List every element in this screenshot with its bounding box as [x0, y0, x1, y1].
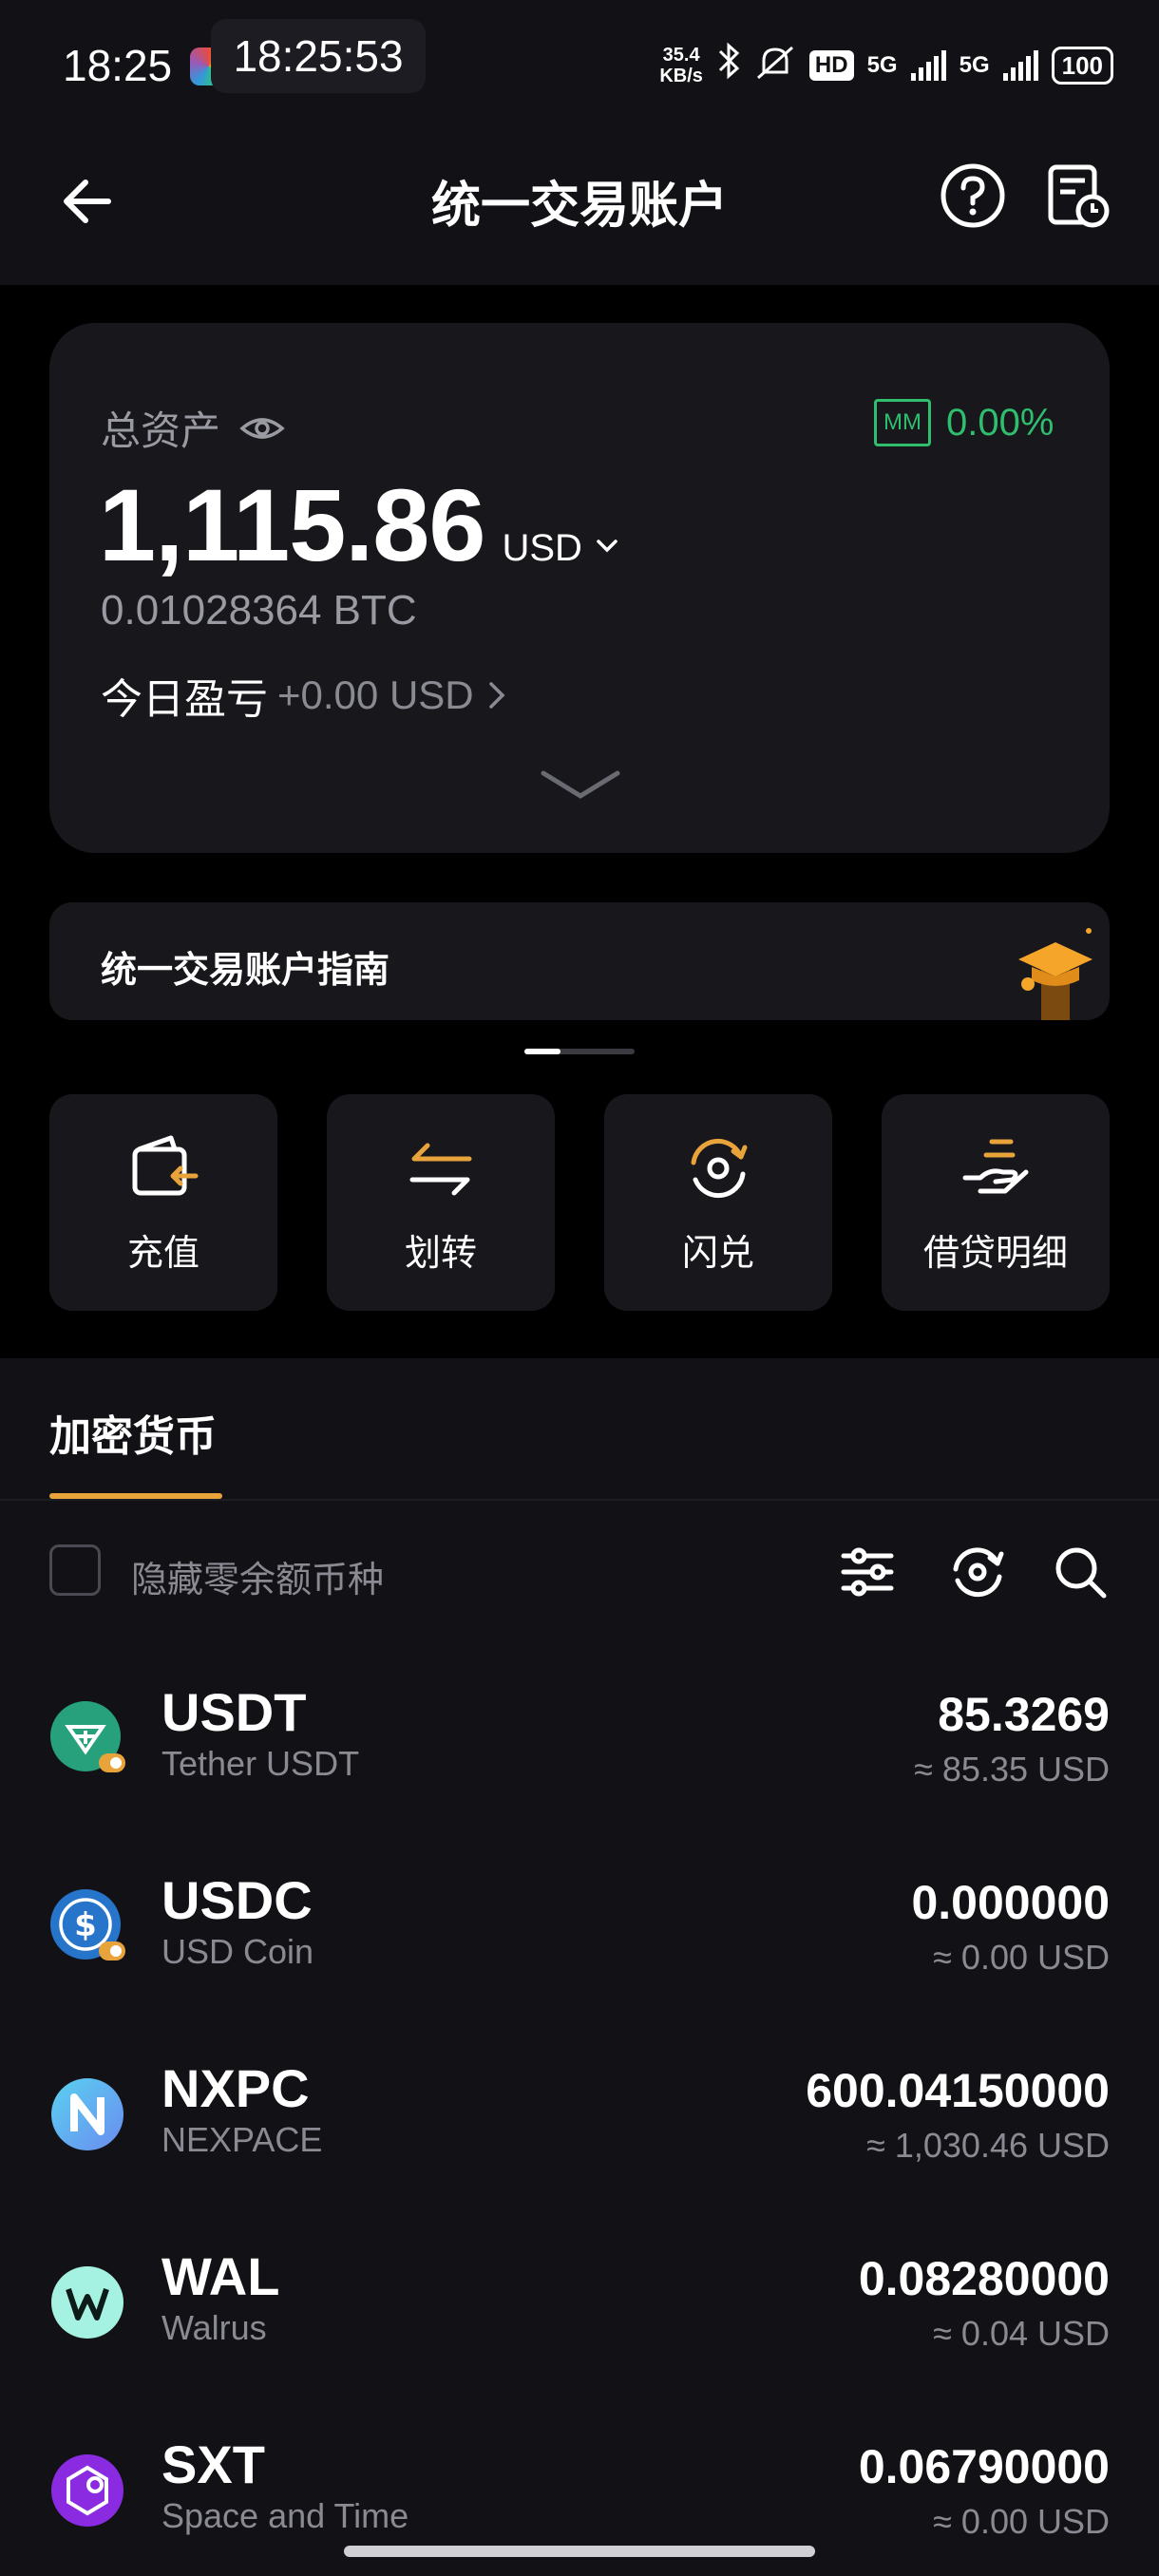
- mm-ratio[interactable]: MM 0.00%: [874, 399, 1054, 446]
- total-amount: 1,115.86: [99, 467, 485, 582]
- coin-name: Space and Time: [162, 2496, 409, 2535]
- convert-button[interactable]: 闪兑: [604, 1094, 832, 1311]
- coin-row-usdt[interactable]: USDT Tether USDT 85.3269 ≈ 85.35 USD: [49, 1681, 1110, 1814]
- coin-usd-value: ≈ 1,030.46 USD: [866, 2126, 1110, 2165]
- chevron-down-icon: [597, 540, 618, 553]
- total-assets-label-row: 总资产: [101, 399, 285, 457]
- home-indicator[interactable]: [344, 2546, 815, 2557]
- signal-label-2: 5G: [959, 51, 990, 78]
- filter-row: 隐藏零余额币种: [49, 1539, 1110, 1605]
- status-bar: 18:25 18:25:53 35.4 KB/s HD 5G 5G 100: [0, 0, 1159, 123]
- coin-row-wal[interactable]: WAL Walrus 0.08280000 ≈ 0.04 USD: [49, 2245, 1110, 2378]
- mm-percent: 0.00%: [946, 401, 1054, 444]
- mm-badge: MM: [874, 399, 931, 446]
- tab-crypto[interactable]: 加密货币: [49, 1402, 217, 1463]
- coin-usd-value: ≈ 0.00 USD: [933, 1938, 1110, 1977]
- divider: [0, 1499, 1159, 1501]
- signal-bars-icon: [910, 49, 946, 81]
- usdc-icon: $: [50, 1889, 125, 1960]
- search-icon[interactable]: [1051, 1543, 1110, 1601]
- hide-zero-label: 隐藏零余额币种: [131, 1561, 385, 1601]
- net-speed: 35.4 KB/s: [659, 45, 703, 86]
- filter-sliders-icon[interactable]: [838, 1543, 897, 1601]
- graduation-cap-icon: [1018, 928, 1092, 1020]
- signal-bars-icon: [1002, 49, 1038, 81]
- quick-actions: 充值 划转 闪兑 借贷明细: [49, 1094, 1110, 1311]
- coin-symbol: USDC: [162, 1870, 313, 1930]
- net-speed-value: 35.4: [662, 44, 700, 66]
- total-amount-row: 1,115.86 USD: [99, 465, 621, 584]
- coin-symbol: NXPC: [162, 2058, 310, 2118]
- coin-row-nxpc[interactable]: NXPC NEXPACE 600.04150000 ≈ 1,030.46 USD: [49, 2057, 1110, 2190]
- loan-icon: [962, 1139, 1029, 1193]
- mute-icon: [754, 44, 796, 86]
- coin-amount: 85.3269: [938, 1688, 1110, 1741]
- total-assets-card: 总资产 MM 0.00% 1,115.86 USD 0.01028364 BTC…: [49, 323, 1110, 853]
- banner-pager: [524, 1049, 635, 1054]
- coin-usd-value: ≈ 85.35 USD: [914, 1750, 1110, 1789]
- btc-equivalent: 0.01028364 BTC: [101, 587, 417, 634]
- deposit-button[interactable]: 充值: [49, 1094, 277, 1311]
- bluetooth-icon: [716, 42, 741, 88]
- history-record-icon[interactable]: [1043, 161, 1112, 230]
- coin-name: Walrus: [162, 2308, 267, 2347]
- coin-amount: 0.06790000: [858, 2440, 1110, 2493]
- status-indicators: 35.4 KB/s HD 5G 5G 100: [659, 42, 1113, 88]
- guide-banner-text: 统一交易账户指南: [101, 951, 390, 991]
- net-speed-unit: KB/s: [659, 65, 703, 86]
- today-pnl-value: +0.00 USD: [277, 672, 474, 717]
- coin-name: USD Coin: [162, 1932, 314, 1971]
- nav-bar: 统一交易账户: [0, 123, 1159, 285]
- eye-icon[interactable]: [239, 406, 285, 451]
- loan-details-label: 借贷明细: [922, 1233, 1068, 1274]
- holdings-sheet: 加密货币 隐藏零余额币种 USDT Tether USDT 85.3269 ≈ …: [0, 1358, 1159, 2576]
- svg-text:$: $: [74, 1906, 97, 1944]
- signal-label-1: 5G: [866, 51, 898, 78]
- hide-zero-checkbox[interactable]: [49, 1544, 101, 1596]
- help-icon[interactable]: [939, 161, 1007, 230]
- coin-usd-value: ≈ 0.00 USD: [933, 2502, 1110, 2541]
- coin-row-sxt[interactable]: SXT Space and Time 0.06790000 ≈ 0.00 USD: [49, 2434, 1110, 2548]
- small-convert-icon[interactable]: [948, 1543, 1007, 1601]
- loan-details-button[interactable]: 借贷明细: [882, 1094, 1110, 1311]
- wal-icon: [51, 2266, 124, 2339]
- transfer-button[interactable]: 划转: [327, 1094, 555, 1311]
- today-pnl-row[interactable]: 今日盈亏 +0.00 USD: [101, 665, 510, 726]
- guide-banner[interactable]: 统一交易账户指南: [49, 902, 1110, 1020]
- usdt-icon: [50, 1701, 125, 1772]
- pager-active-dot: [524, 1049, 560, 1054]
- coin-row-usdc[interactable]: $ USDC USD Coin 0.000000 ≈ 0.00 USD: [49, 1869, 1110, 2002]
- status-time: 18:25: [63, 41, 173, 90]
- transfer-icon: [409, 1143, 472, 1195]
- floating-clock: 18:25:53: [211, 19, 426, 93]
- expand-chevron-icon[interactable]: [538, 766, 623, 804]
- convert-label: 闪兑: [681, 1233, 754, 1274]
- deposit-label: 充值: [126, 1233, 200, 1274]
- coin-amount: 600.04150000: [806, 2064, 1110, 2117]
- coin-name: NEXPACE: [162, 2120, 323, 2159]
- today-pnl-label: 今日盈亏: [101, 676, 268, 723]
- coin-amount: 0.000000: [911, 1876, 1110, 1929]
- coin-name: Tether USDT: [162, 1744, 360, 1783]
- coin-symbol: USDT: [162, 1682, 307, 1742]
- top-bar: 18:25 18:25:53 35.4 KB/s HD 5G 5G 100 统一…: [0, 0, 1159, 285]
- transfer-label: 划转: [404, 1233, 477, 1274]
- deposit-icon: [132, 1135, 199, 1195]
- nxpc-icon: [51, 2078, 124, 2150]
- battery-indicator: 100: [1051, 46, 1113, 85]
- total-assets-label: 总资产: [101, 408, 221, 453]
- currency-unit-selector[interactable]: USD: [502, 527, 621, 570]
- convert-icon: [691, 1138, 748, 1198]
- coin-usd-value: ≈ 0.04 USD: [933, 2314, 1110, 2353]
- hd-badge: HD: [808, 49, 854, 81]
- currency-unit: USD: [502, 527, 582, 569]
- coin-amount: 0.08280000: [858, 2252, 1110, 2305]
- chevron-right-icon: [488, 682, 505, 709]
- sxt-icon: [51, 2454, 124, 2527]
- coin-symbol: WAL: [162, 2246, 280, 2306]
- coin-symbol: SXT: [162, 2434, 265, 2494]
